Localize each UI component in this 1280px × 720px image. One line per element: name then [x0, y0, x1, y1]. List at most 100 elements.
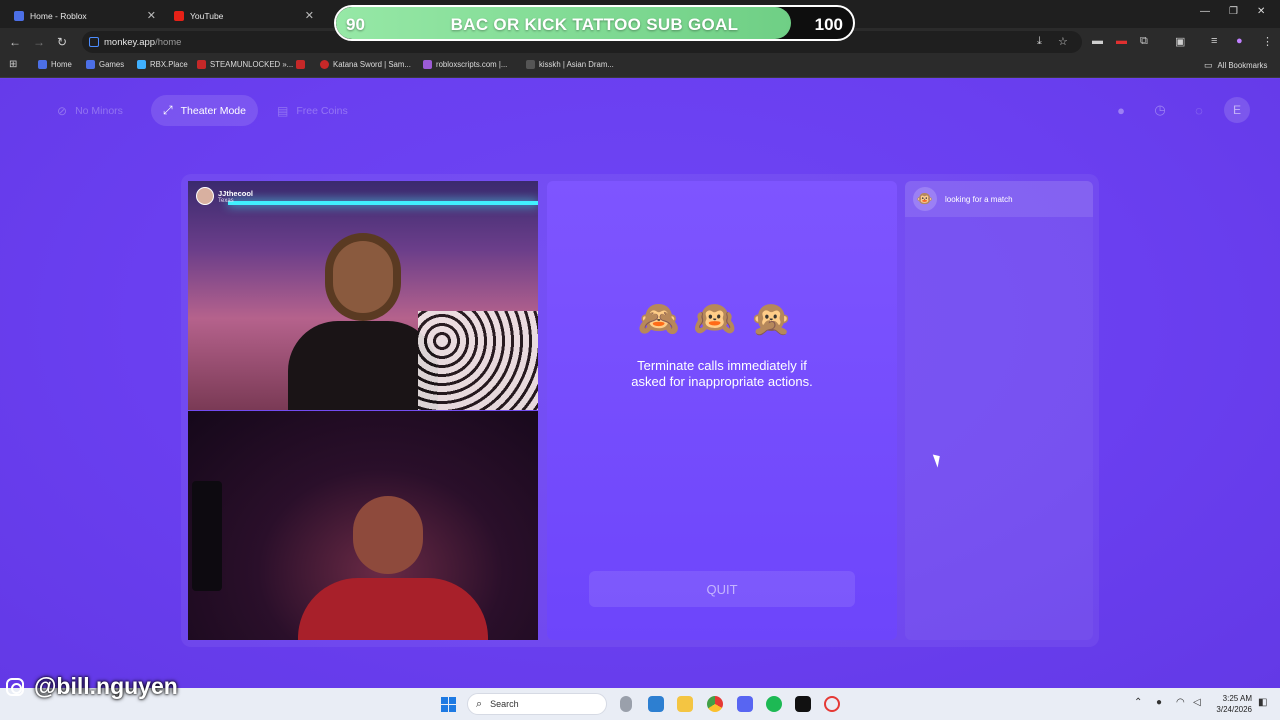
watermark-handle: @bill.nguyen [34, 673, 178, 699]
expand-icon: ⤢ [163, 103, 173, 117]
folder-icon: ▭ [1204, 60, 1213, 70]
reload-icon[interactable]: ↻ [57, 35, 67, 49]
no-minors-button[interactable]: ⊘ No Minors [45, 95, 135, 126]
bookmark-icon [296, 60, 305, 69]
wifi-icon[interactable]: ◠ [1176, 697, 1185, 708]
windows-start-icon[interactable] [441, 697, 456, 712]
chat-panel: 🐵 looking for a match [905, 181, 1093, 640]
bookmark-kisskh[interactable]: kisskh | Asian Dram... [526, 60, 614, 69]
bookmark-star-icon[interactable]: ☆ [1058, 35, 1068, 48]
all-bookmarks[interactable]: ▭ All Bookmarks [1204, 60, 1267, 71]
remote-user-tag[interactable]: JJthecool Texas [196, 187, 253, 205]
quit-button[interactable]: QUIT [589, 571, 855, 607]
bookmark-label: RBX.Place [150, 60, 188, 69]
local-person [298, 496, 488, 640]
close-tab-icon[interactable]: ✕ [147, 9, 156, 22]
media-control-icon[interactable]: ≡ [1211, 35, 1217, 47]
microphone-icon[interactable]: ● [1156, 697, 1162, 708]
bookmark-rbxplace[interactable]: RBX.Place [137, 60, 188, 69]
roblox-icon [14, 11, 24, 21]
windows-taskbar: ⌕ Search ⌃ ● ◠ ◁ 3:25 AM 3/24/2026 ◧ [0, 688, 1280, 720]
clock-time: 3:25 AM [1222, 694, 1252, 703]
tab-roblox[interactable]: Home - Roblox ✕ [6, 4, 162, 28]
shop-icon[interactable]: ● [1110, 99, 1132, 121]
extension-red-icon[interactable]: ▬ [1116, 35, 1127, 47]
theater-mode-label: Theater Mode [180, 104, 246, 117]
back-icon[interactable]: ← [9, 35, 21, 49]
volume-icon[interactable]: ◁ [1193, 697, 1201, 708]
steamunlocked-icon [197, 60, 206, 69]
tab-search-icon[interactable]: ▣ [1175, 35, 1185, 48]
remote-video: JJthecool Texas [188, 181, 538, 410]
no-minors-icon: ⊘ [57, 103, 68, 118]
bookmark-robloxscripts[interactable]: robloxscripts.com |... [423, 60, 507, 69]
sub-goal-end: 100 [814, 15, 843, 34]
bookmark-red[interactable] [296, 60, 309, 69]
discord-icon[interactable] [737, 696, 753, 712]
bookmark-home[interactable]: Home [38, 60, 72, 69]
chat-bubble-icon[interactable]: ◌ [1188, 99, 1210, 121]
youtube-icon [174, 11, 184, 21]
free-coins-button[interactable]: ▤ Free Coins [265, 95, 360, 126]
photos-app-icon[interactable] [648, 696, 664, 712]
roblox-icon [38, 60, 47, 69]
robloxscripts-icon [423, 60, 432, 69]
kisskh-icon [526, 60, 535, 69]
file-explorer-icon[interactable] [677, 696, 693, 712]
app-icon[interactable] [795, 696, 811, 712]
free-coins-label: Free Coins [296, 104, 348, 117]
extension-icon[interactable]: ▬ [1092, 35, 1103, 47]
neon-light [228, 201, 538, 205]
taskbar-search-label: Search [490, 699, 519, 709]
remote-username: JJthecool [218, 188, 254, 198]
instagram-watermark: @bill.nguyen [6, 673, 178, 700]
install-app-icon[interactable]: ⤓ [1037, 35, 1042, 48]
url-path: /home [155, 36, 182, 48]
taskbar-search[interactable]: ⌕ Search [467, 693, 607, 715]
profile-avatar-icon[interactable]: ● [1236, 35, 1243, 47]
bookmark-label: robloxscripts.com |... [436, 60, 508, 69]
chrome-icon[interactable] [707, 696, 723, 712]
tray-chevron-icon[interactable]: ⌃ [1134, 697, 1142, 708]
bookmark-steamunlocked[interactable]: STEAMUNLOCKED »... [197, 60, 293, 69]
bookmark-label: kisskh | Asian Dram... [539, 60, 614, 69]
tab-title: YouTube [190, 11, 224, 21]
katana-icon [320, 60, 329, 69]
search-icon: ⌕ [476, 697, 483, 710]
safety-rule-text: Terminate calls immediately if asked for… [631, 358, 813, 389]
sub-goal-label: BAC OR KICK TATTOO SUB GOAL [450, 15, 739, 34]
coins-icon: ▤ [277, 103, 289, 118]
clock-date: 3/24/2026 [1216, 705, 1252, 714]
opera-icon[interactable] [824, 696, 840, 712]
profile-avatar[interactable]: E [1224, 97, 1250, 123]
roblox-icon [86, 60, 95, 69]
apps-grid-icon[interactable]: ⊞ [9, 59, 17, 70]
extensions-puzzle-icon[interactable]: ⧉ [1140, 35, 1148, 48]
mouse-app-icon[interactable] [620, 696, 632, 712]
bookmark-games[interactable]: Games [86, 60, 124, 69]
local-video [188, 411, 538, 640]
restore-icon[interactable]: ❐ [1229, 6, 1238, 17]
bookmark-katana[interactable]: Katana Sword | Sam... [320, 60, 411, 69]
forward-icon[interactable]: → [33, 35, 45, 49]
site-info-icon[interactable] [89, 37, 99, 47]
match-status-text: looking for a match [945, 194, 1013, 204]
taskbar-clock[interactable]: 3:25 AM 3/24/2026 [1212, 693, 1252, 715]
microphone-stand [192, 481, 222, 591]
menu-dots-icon[interactable]: ⋮ [1262, 35, 1273, 48]
close-tab-icon[interactable]: ✕ [305, 9, 314, 22]
close-window-icon[interactable]: ✕ [1257, 6, 1265, 17]
minimize-icon[interactable]: — [1200, 6, 1210, 17]
notification-icon[interactable]: ◧ [1258, 697, 1267, 708]
instagram-icon [6, 677, 24, 696]
theater-mode-button[interactable]: ⤢ Theater Mode [151, 95, 258, 126]
remote-location: Texas [218, 197, 234, 204]
history-clock-icon[interactable]: ◷ [1149, 99, 1171, 121]
avatar [196, 187, 214, 205]
tab-youtube[interactable]: YouTube ✕ [166, 4, 320, 28]
match-status-bar: 🐵 looking for a match [905, 181, 1093, 217]
rbxplace-icon [137, 60, 146, 69]
status-panel: 🙈🙉🙊 Terminate calls immediately if asked… [547, 181, 897, 640]
bookmark-label: Games [99, 60, 125, 69]
spotify-icon[interactable] [766, 696, 782, 712]
